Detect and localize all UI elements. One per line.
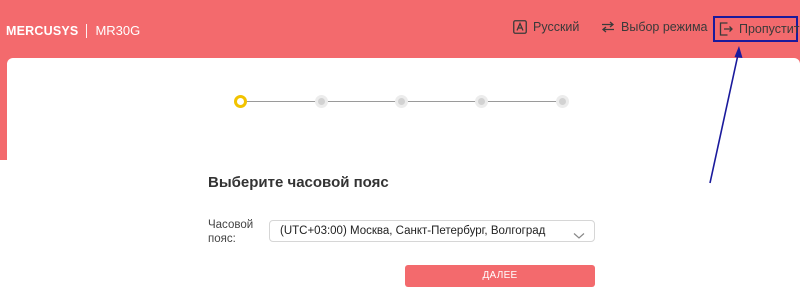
progress-stepper [7, 58, 800, 138]
mode-label: Выбор режима [621, 20, 708, 34]
brand-logo-text: MERCUSYS [6, 23, 79, 38]
step-4 [475, 95, 488, 108]
logo: MERCUSYS MR30G [6, 23, 140, 38]
page-title: Выберите часовой пояс [208, 174, 389, 191]
step-2 [315, 95, 328, 108]
skip-label: Пропустить [739, 22, 800, 36]
step-3 [395, 95, 408, 108]
timezone-label: Часовой пояс: [208, 219, 254, 245]
logo-divider [86, 23, 88, 38]
step-5 [556, 95, 569, 108]
model-name: MR30G [95, 23, 141, 38]
language-label: Русский [533, 20, 580, 34]
step-1-current [234, 95, 247, 108]
next-button[interactable]: ДАЛЕЕ [405, 265, 595, 287]
language-icon [513, 20, 527, 34]
timezone-select[interactable]: (UTC+03:00) Москва, Санкт-Петербург, Вол… [269, 220, 595, 242]
skip-button[interactable]: Пропустить [713, 16, 800, 42]
skip-exit-icon [719, 22, 733, 36]
setup-card: Выберите часовой пояс Часовой пояс: (UTC… [7, 58, 800, 301]
language-selector[interactable]: Русский [513, 20, 579, 34]
header: MERCUSYS MR30G Русский Выбор режима Проп… [0, 0, 800, 58]
chevron-down-icon [573, 227, 585, 245]
mode-switch-icon [601, 21, 615, 33]
timezone-value: (UTC+03:00) Москва, Санкт-Петербург, Вол… [280, 225, 546, 237]
mode-selector[interactable]: Выбор режима [601, 20, 708, 34]
